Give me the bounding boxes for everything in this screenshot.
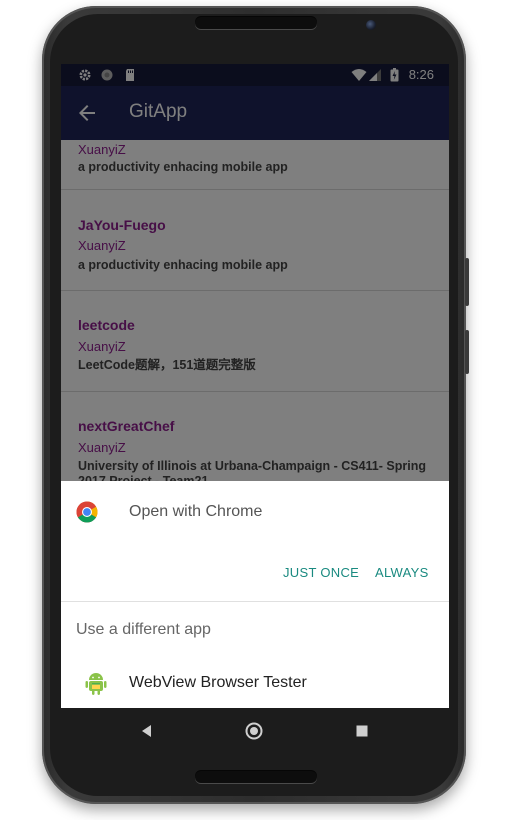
back-triangle-icon[interactable] (138, 722, 156, 740)
just-once-button[interactable]: JUST ONCE (283, 565, 359, 580)
use-different-app-label: Use a different app (76, 621, 211, 638)
front-camera (366, 20, 376, 30)
webview-tester-option[interactable]: WebView Browser Tester (129, 674, 307, 692)
power-button[interactable] (465, 330, 469, 374)
app-chooser-sheet: Open with Chrome JUST ONCE ALWAYS Use a … (61, 481, 449, 708)
open-with-label[interactable]: Open with Chrome (129, 503, 262, 521)
android-icon (85, 673, 107, 695)
bottom-speaker (195, 771, 317, 783)
always-button[interactable]: ALWAYS (375, 565, 429, 580)
home-circle-icon[interactable] (245, 722, 263, 740)
chrome-icon (76, 501, 98, 523)
volume-button[interactable] (465, 258, 469, 306)
recents-square-icon[interactable] (353, 722, 371, 740)
navigation-bar (61, 708, 449, 754)
sheet-divider (61, 601, 449, 602)
top-speaker (195, 17, 317, 29)
dialog-scrim[interactable] (61, 64, 449, 481)
screen: 8:26 GitApp XuanyiZ a productivity enhac… (61, 64, 449, 708)
